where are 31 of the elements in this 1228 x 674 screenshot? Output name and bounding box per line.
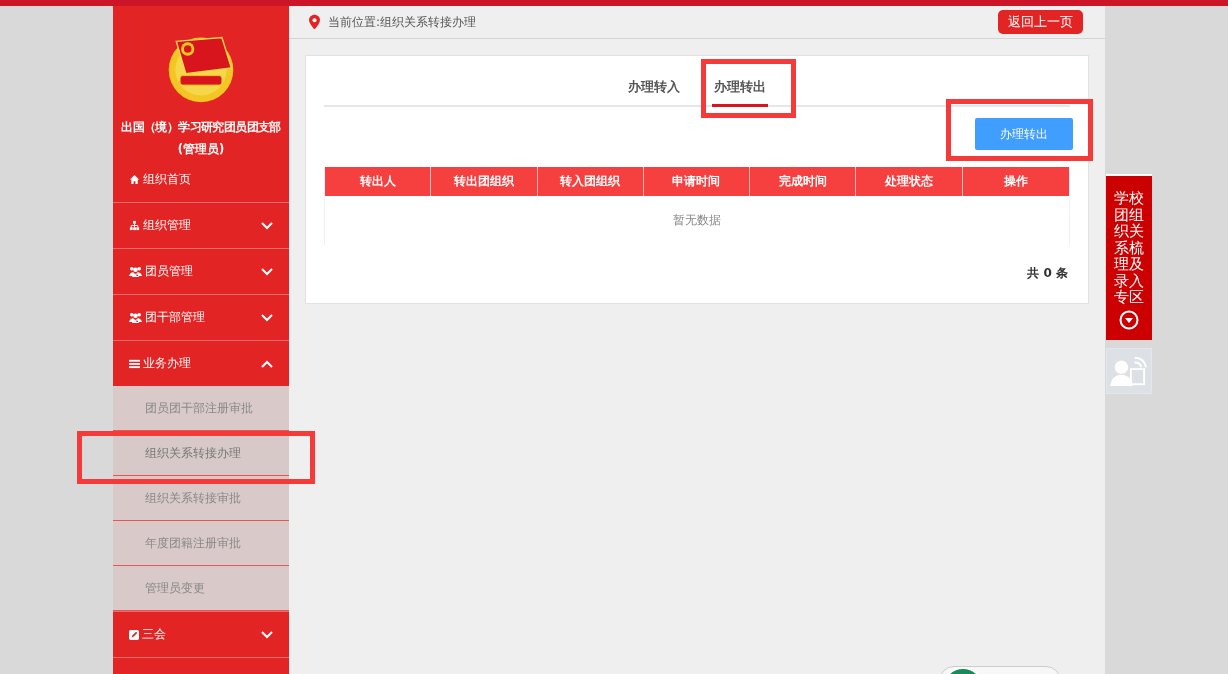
tab[interactable]: 办理转入 [626, 78, 682, 107]
home-icon [129, 174, 140, 185]
dropdown-circle-icon [1119, 309, 1139, 330]
sidebar-item[interactable]: 组织首页 [113, 157, 289, 202]
column-header: 转入团组织 [537, 167, 644, 196]
sitemap-icon [129, 220, 140, 231]
tab[interactable]: 办理转出 [712, 78, 768, 107]
total-count: 共 0 条 [1027, 265, 1068, 282]
organization-name: 出国（境）学习研究团员团支部 [120, 120, 282, 135]
submenu-item[interactable]: 年度团籍注册审批 [113, 521, 289, 566]
back-button[interactable]: 返回上一页 [998, 10, 1083, 34]
zone-label: 学校团组织关系梳理及录入专区 [1114, 190, 1144, 306]
submenu-item[interactable]: 组织关系转接审批 [113, 476, 289, 521]
column-header: 处理状态 [856, 167, 963, 196]
submenu-item[interactable]: 团员团干部注册审批 [113, 386, 289, 431]
empty-message: 暂无数据 [673, 212, 721, 229]
users-icon [129, 266, 142, 277]
column-header: 完成时间 [750, 167, 857, 196]
transfer-out-button[interactable]: 办理转出 [975, 118, 1073, 150]
edit-icon [129, 629, 139, 640]
column-header: 操作 [1002, 173, 1029, 190]
column-header: 转出团组织 [431, 167, 538, 196]
breadcrumb-text: 当前位置:组织关系转接办理 [328, 13, 478, 31]
users-icon [129, 312, 142, 323]
location-pin-icon [309, 14, 320, 30]
column-header: 申请时间 [643, 167, 751, 196]
menu-icon [129, 358, 140, 369]
column-header: 转出人 [325, 167, 432, 196]
special-zone-banner[interactable]: 学校团组织关系梳理及录入专区 [1106, 174, 1152, 340]
submenu-item[interactable]: 管理员变更 [113, 566, 289, 611]
role-label: (管理员) [177, 142, 225, 157]
